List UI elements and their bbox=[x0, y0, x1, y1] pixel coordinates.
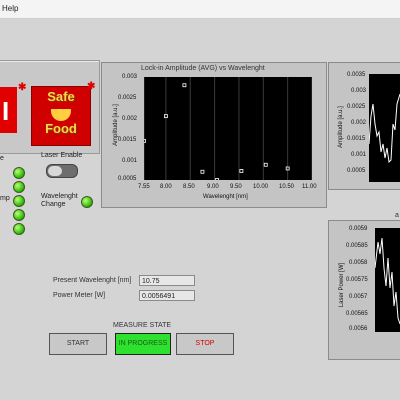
rt-y-tick: 0.002 bbox=[351, 120, 367, 126]
toggle-knob bbox=[48, 166, 62, 176]
right-bottom-plot-area[interactable] bbox=[375, 228, 400, 332]
main-plot-svg bbox=[144, 77, 312, 180]
x-tick: 10.00 bbox=[253, 184, 269, 190]
menu-help[interactable]: Help bbox=[2, 4, 18, 13]
power-meter-label: Power Meter [W] bbox=[53, 292, 106, 299]
present-wavelength-field[interactable]: 10.75 bbox=[139, 275, 195, 286]
x-tick: 11.00 bbox=[302, 184, 317, 190]
y-tick: 0.002 bbox=[122, 116, 138, 122]
status-led-5 bbox=[13, 223, 25, 235]
status-led-3 bbox=[13, 195, 25, 207]
rt-y-tick: 0.0025 bbox=[347, 104, 366, 110]
data-point bbox=[215, 178, 219, 180]
right-bottom-trace bbox=[375, 237, 400, 325]
rb-y-tick: 0.0057 bbox=[349, 294, 368, 300]
x-tick: 8.50 bbox=[183, 184, 195, 190]
present-wavelength-label: Present Wavelenght [nm] bbox=[53, 277, 132, 284]
y-tick: 0.0025 bbox=[118, 95, 137, 101]
status-led-2 bbox=[13, 181, 25, 193]
y-tick: 0.0005 bbox=[118, 176, 137, 182]
stop-button[interactable]: STOP bbox=[176, 333, 234, 355]
status-led-1 bbox=[13, 167, 25, 179]
safe-food-line1: Safe bbox=[47, 89, 75, 104]
data-point bbox=[239, 169, 244, 173]
x-tick: 10.50 bbox=[279, 184, 295, 190]
main-x-label: Wavelenght [nm] bbox=[203, 194, 248, 200]
rb-y-tick: 0.00585 bbox=[346, 243, 368, 249]
y-tick: 0.0015 bbox=[118, 137, 137, 143]
rt-y-tick: 0.0015 bbox=[347, 136, 366, 142]
rb-y-tick: 0.00565 bbox=[346, 311, 368, 317]
in-progress-button[interactable]: IN PROGRESS bbox=[115, 333, 171, 355]
wavelength-change-led bbox=[81, 196, 93, 208]
main-plot-area[interactable] bbox=[144, 77, 312, 180]
safe-food-logo: Safe Food bbox=[31, 86, 91, 146]
data-point bbox=[182, 83, 187, 88]
right-bottom-title: a bbox=[395, 212, 399, 219]
y-tick: 0.001 bbox=[122, 158, 138, 164]
cut-label-1: e bbox=[0, 155, 4, 162]
start-button[interactable]: START bbox=[49, 333, 107, 355]
laser-enable-toggle[interactable] bbox=[46, 164, 78, 178]
right-top-trace bbox=[369, 93, 400, 164]
left-logo-letter: I bbox=[2, 96, 10, 126]
rt-y-tick: 0.0035 bbox=[347, 72, 366, 78]
rb-y-tick: 0.0059 bbox=[349, 226, 368, 232]
x-tick: 8.00 bbox=[160, 184, 172, 190]
data-point bbox=[263, 162, 268, 167]
star-icon: ✱ bbox=[18, 82, 27, 93]
star-icon: ✱ bbox=[87, 81, 96, 92]
x-tick: 7.55 bbox=[138, 184, 150, 190]
main-y-label: Amplitude [a.u.] bbox=[113, 104, 119, 146]
rb-y-tick: 0.0058 bbox=[349, 260, 368, 266]
main-graph-title: Lock-in Amplitude (AVG) vs Wavelenght bbox=[141, 65, 265, 72]
menu-bar: Help bbox=[0, 0, 400, 19]
y-tick: 0.003 bbox=[122, 74, 138, 80]
data-point bbox=[200, 169, 205, 174]
status-led-4 bbox=[13, 209, 25, 221]
cut-label-2: mp bbox=[0, 195, 10, 202]
bowl-icon bbox=[51, 109, 71, 121]
rb-y-tick: 0.0056 bbox=[349, 326, 368, 332]
right-bottom-y-label: Laser Power [W] bbox=[339, 262, 345, 308]
rt-y-tick: 0.001 bbox=[351, 152, 367, 158]
rt-y-tick: 0.003 bbox=[351, 88, 367, 94]
x-tick: 9.50 bbox=[230, 184, 242, 190]
safe-food-line2: Food bbox=[45, 121, 77, 136]
laser-enable-label: Laser Enable bbox=[41, 152, 83, 159]
power-meter-field[interactable]: 0.0056491 bbox=[139, 290, 195, 301]
right-top-y-label: Amplitude [a.u.] bbox=[338, 106, 344, 148]
right-top-plot-area[interactable] bbox=[369, 74, 400, 182]
rt-y-tick: 0.0005 bbox=[347, 168, 366, 174]
right-bottom-plot-svg bbox=[375, 237, 400, 325]
x-tick: 9.00 bbox=[207, 184, 219, 190]
wavelength-change-label: Wavelenght Change bbox=[41, 193, 78, 208]
right-top-plot-svg bbox=[369, 93, 400, 164]
measure-state-label: MEASURE STATE bbox=[113, 322, 172, 329]
rb-y-tick: 0.00575 bbox=[346, 277, 368, 283]
